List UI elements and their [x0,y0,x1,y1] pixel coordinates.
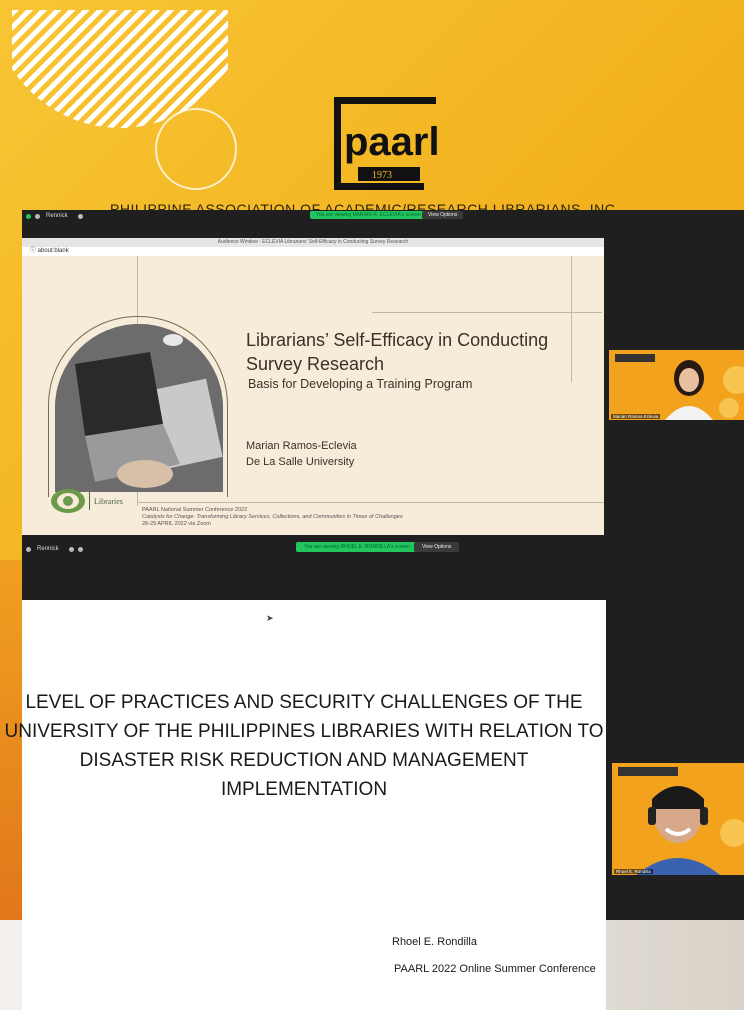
divider [89,492,90,510]
participant-name: Rhoel E. Rondilla [614,869,653,874]
logo-year: 1973 [372,170,392,181]
participant-name: Marian Ramos-Eclevia [611,414,661,419]
zoom-window-2-toolbar: Rennick You are viewing RHOEL E. RONDILL… [22,535,744,600]
dlsu-seal-icon [51,489,85,513]
zoom-window-1: Rennick You are viewing MARIAN R. ECLEVI… [22,210,744,535]
slide-subtitle: Basis for Developing a Training Program [248,377,473,391]
slide-conference: PAARL 2022 Online Summer Conference [394,963,596,975]
ring-decoration [155,108,237,190]
tab-label[interactable]: Rennick [46,213,68,219]
divider [372,312,602,313]
divider [137,502,604,503]
slide-author: Marian Ramos-Eclevia [246,440,357,452]
shared-slide-2: ➤ LEVEL OF PRACTICES AND SECURITY CHALLE… [5,600,606,1010]
participant-video-tile[interactable]: Marian Ramos-Eclevia [609,350,744,420]
slide-author-block: Marian Ramos-Eclevia De La Salle Univers… [246,438,357,470]
participant-video-tile[interactable]: Rhoel E. Rondilla [612,763,744,875]
footer-line: 28-29 APRIL 2022 via Zoom [142,521,211,527]
browser-title-bar: Audience Window - ECLEVIA Librarians' Se… [22,238,604,247]
laptop-photo [55,324,223,492]
slide-footer: PAARL National Summer Conference 2022 Ca… [142,507,403,528]
shared-slide-1: Audience Window - ECLEVIA Librarians' Se… [22,238,604,535]
participant-video [609,350,744,420]
slide-title: Librarians’ Self-Efficacy in Conducting … [246,330,549,374]
libraries-label: Libraries [94,496,123,506]
participant-video [612,763,744,875]
mouse-cursor-icon: ➤ [266,613,274,623]
url-text: about:blank [37,248,69,254]
tab-label[interactable]: Rennick [37,546,59,552]
window-control-icon[interactable] [35,213,40,219]
logo-text: paarl [344,120,440,164]
status-dot-icon [26,213,31,219]
window-control-icon[interactable] [77,546,83,552]
close-icon[interactable] [77,213,83,219]
dlsu-libraries-logo: Libraries [50,488,123,514]
view-options-button[interactable]: View Options [422,211,464,219]
window-control-icon[interactable] [26,546,31,552]
info-icon: ⓘ [30,248,38,254]
footer-line: PAARL National Summer Conference 2022 [142,507,248,513]
slide-affiliation: De La Salle University [246,456,355,468]
screen-share-notice: You are viewing RHOEL E. RONDILLA's scre… [296,542,418,552]
url-bar[interactable]: ⓘ about:blank [22,247,604,256]
view-options-button[interactable]: View Options [414,542,460,552]
slide-title: LEVEL OF PRACTICES AND SECURITY CHALLENG… [4,692,604,800]
close-icon[interactable] [68,546,74,552]
screen-share-notice: You are viewing MARIAN R. ECLEVIA's scre… [310,211,427,219]
slide-presenter: Rhoel E. Rondilla [392,936,477,948]
paarl-logo: paarl 1973 [334,97,440,190]
footer-line: Catalysts for Change: Transforming Libra… [142,514,403,520]
